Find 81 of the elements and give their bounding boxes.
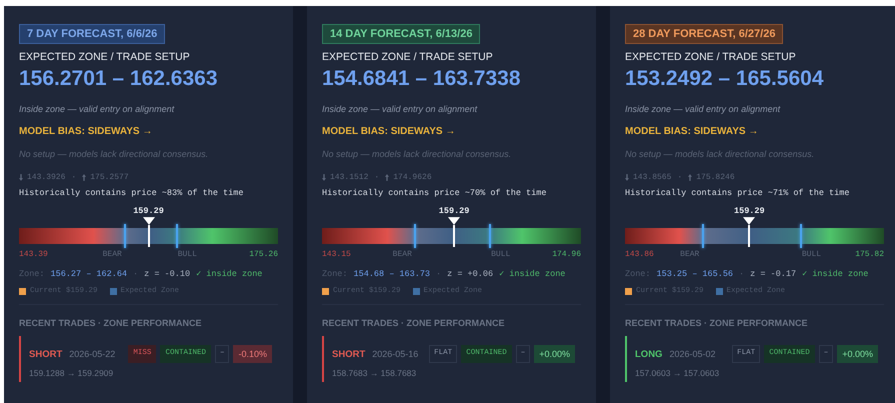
history-note: Historically contains price ~70% of the time bbox=[322, 188, 548, 198]
trade-prices: 159.1288 → 159.2909 bbox=[29, 368, 114, 378]
zone-status: ✓ inside zone bbox=[196, 269, 262, 279]
separator: · bbox=[677, 173, 682, 182]
trade-date: 2026-05-16 bbox=[372, 349, 418, 359]
z-score: z = +0.06 bbox=[447, 269, 494, 279]
trade-prices: 157.0603 → 157.0603 bbox=[635, 368, 720, 378]
up-arrow-icon bbox=[82, 174, 86, 181]
setup-note: No setup — models lack directional consensus. bbox=[19, 149, 210, 159]
bear-label: BEAR bbox=[102, 250, 122, 259]
zone-note: Inside zone — valid entry on alignment bbox=[322, 104, 478, 114]
section-title: RECENT TRADES · ZONE PERFORMANCE bbox=[322, 318, 506, 328]
separator: · bbox=[739, 269, 744, 279]
pointer-icon bbox=[448, 217, 460, 225]
pointer-icon bbox=[142, 217, 154, 225]
section-label: EXPECTED ZONE / TRADE SETUP bbox=[625, 51, 797, 63]
setup-note: No setup — models lack directional consensus. bbox=[625, 149, 816, 159]
separator: · bbox=[436, 269, 442, 279]
high-value: 175.2577 bbox=[90, 173, 129, 182]
zone-value: 154.68 – 163.73 bbox=[354, 269, 430, 279]
zone-note: Inside zone — valid entry on alignment bbox=[625, 104, 782, 114]
history-note: Historically contains price ~83% of the time bbox=[19, 188, 244, 198]
pointer-icon bbox=[743, 217, 756, 225]
low-value: 143.1512 bbox=[330, 173, 368, 182]
min-label: 143.39 bbox=[19, 250, 48, 259]
down-arrow-icon bbox=[19, 174, 23, 181]
forecast-tag: 7 DAY FORECAST, 6/6/26 bbox=[19, 24, 166, 44]
up-arrow-icon bbox=[688, 174, 692, 181]
low-value: 143.8565 bbox=[633, 173, 672, 182]
status-badge: +0.00% bbox=[534, 345, 575, 363]
trade-date: 2026-05-22 bbox=[69, 349, 116, 359]
down-arrow-icon bbox=[625, 174, 629, 181]
min-label: 143.86 bbox=[625, 250, 654, 259]
zone-range: 153.2492 – 165.5604 bbox=[625, 67, 825, 91]
z-score: z = -0.17 bbox=[750, 269, 796, 279]
status-badge: +0.00% bbox=[837, 345, 878, 363]
forecast-tag: 14 DAY FORECAST, 6/13/26 bbox=[322, 24, 480, 44]
status-badge: -0.10% bbox=[233, 345, 272, 363]
section-title: RECENT TRADES · ZONE PERFORMANCE bbox=[19, 318, 203, 328]
price-label: 159.29 bbox=[438, 206, 470, 216]
zone-range: 154.6841 – 163.7338 bbox=[322, 67, 522, 91]
bull-label: BULL bbox=[178, 250, 197, 259]
section-title: RECENT TRADES · ZONE PERFORMANCE bbox=[625, 318, 809, 328]
bear-label: BEAR bbox=[392, 250, 412, 259]
zone-status: ✓ inside zone bbox=[499, 269, 566, 279]
bear-label: BEAR bbox=[680, 250, 700, 259]
trade-side: LONG bbox=[635, 348, 662, 360]
zone-value: 156.27 – 162.64 bbox=[50, 269, 128, 279]
price-label: 159.29 bbox=[133, 206, 164, 216]
max-label: 175.82 bbox=[855, 250, 884, 259]
high-value: 175.8246 bbox=[696, 173, 735, 182]
low-value: 143.3926 bbox=[27, 173, 66, 182]
setup-note: No setup — models lack directional consensus. bbox=[322, 149, 512, 159]
model-bias: MODEL BIAS: SIDEWAYS → bbox=[322, 126, 456, 137]
trade-prices: 158.7683 → 158.7683 bbox=[332, 368, 418, 378]
max-label: 174.96 bbox=[552, 250, 581, 259]
model-bias: MODEL BIAS: SIDEWAYS → bbox=[625, 126, 760, 137]
min-label: 143.15 bbox=[322, 250, 351, 259]
trade-date: 2026-05-02 bbox=[669, 349, 716, 359]
separator: · bbox=[374, 173, 380, 182]
high-value: 174.9626 bbox=[393, 173, 432, 182]
bull-label: BULL bbox=[802, 250, 822, 259]
forecast-tag: 28 DAY FORECAST, 6/27/26 bbox=[625, 24, 784, 44]
down-arrow-icon bbox=[322, 174, 326, 181]
trade-side: SHORT bbox=[29, 348, 62, 360]
history-note: Historically contains price ~71% of the time bbox=[625, 188, 850, 198]
bull-label: BULL bbox=[491, 250, 510, 259]
up-arrow-icon bbox=[385, 174, 390, 181]
separator: · bbox=[133, 269, 138, 279]
price-label: 159.29 bbox=[734, 206, 765, 216]
zone-status: ✓ inside zone bbox=[802, 269, 868, 279]
separator: · bbox=[71, 173, 76, 182]
zone-note: Inside zone — valid entry on alignment bbox=[19, 104, 176, 114]
model-bias: MODEL BIAS: SIDEWAYS → bbox=[19, 126, 154, 137]
zone-range: 156.2701 – 162.6363 bbox=[19, 67, 219, 91]
max-label: 175.26 bbox=[249, 250, 278, 259]
section-label: EXPECTED ZONE / TRADE SETUP bbox=[322, 51, 494, 63]
trade-side: SHORT bbox=[332, 348, 366, 360]
section-label: EXPECTED ZONE / TRADE SETUP bbox=[19, 51, 191, 63]
z-score: z = -0.10 bbox=[144, 269, 190, 279]
zone-value: 153.25 – 165.56 bbox=[656, 269, 734, 279]
